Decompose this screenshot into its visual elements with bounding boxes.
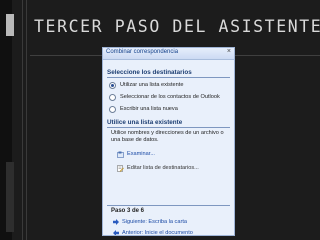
previous-step-label[interactable]: Anterior: Inicie el documento bbox=[122, 230, 193, 235]
previous-step-link[interactable]: Anterior: Inicie el documento bbox=[113, 229, 193, 235]
description-text: Utilice nombres y direcciones de un arch… bbox=[111, 130, 224, 143]
task-pane-header: Combinar correspondencia × bbox=[103, 48, 234, 60]
option-label: Seleccionar de los contactos de Outlook bbox=[120, 94, 220, 100]
radio-button[interactable] bbox=[109, 105, 116, 113]
edit-recipients-link[interactable]: Editar lista de destinatarios... bbox=[117, 164, 199, 172]
arrow-right-icon bbox=[113, 219, 119, 225]
mail-merge-task-pane: Combinar correspondencia × Seleccione lo… bbox=[102, 47, 235, 236]
option-label: Escribir una lista nueva bbox=[120, 106, 178, 112]
section-divider bbox=[107, 127, 230, 128]
decorative-line bbox=[22, 0, 23, 240]
close-icon[interactable]: × bbox=[227, 48, 231, 55]
option-outlook-contacts[interactable]: Seleccionar de los contactos de Outlook bbox=[109, 93, 220, 101]
section-use-existing-list: Utilice una lista existente bbox=[107, 119, 183, 126]
decorative-bar-top bbox=[6, 14, 14, 36]
decorative-line bbox=[26, 0, 27, 240]
task-pane-title: Combinar correspondencia bbox=[106, 49, 179, 55]
browse-icon bbox=[117, 151, 124, 158]
slide-title: TERCER PASO DEL ASISTENTE bbox=[34, 17, 320, 36]
step-indicator: Paso 3 de 6 bbox=[111, 208, 145, 214]
section-divider bbox=[107, 77, 230, 78]
browse-link[interactable]: Examinar... bbox=[117, 150, 155, 158]
edit-list-icon bbox=[117, 164, 124, 172]
radio-button[interactable] bbox=[109, 93, 116, 101]
edit-recipients-label[interactable]: Editar lista de destinatarios... bbox=[127, 165, 199, 171]
arrow-left-icon bbox=[113, 230, 119, 235]
decorative-bar-bottom bbox=[6, 162, 14, 232]
section-select-recipients: Seleccione los destinatarios bbox=[107, 69, 192, 76]
next-step-label[interactable]: Siguiente: Escriba la carta bbox=[122, 219, 187, 225]
browse-label[interactable]: Examinar... bbox=[127, 151, 155, 157]
option-label: Utilizar una lista existente bbox=[120, 82, 184, 88]
radio-button[interactable] bbox=[109, 81, 116, 89]
next-step-link[interactable]: Siguiente: Escriba la carta bbox=[113, 218, 187, 226]
section-divider bbox=[107, 205, 230, 206]
option-new-list[interactable]: Escribir una lista nueva bbox=[109, 105, 178, 113]
option-existing-list[interactable]: Utilizar una lista existente bbox=[109, 81, 183, 89]
